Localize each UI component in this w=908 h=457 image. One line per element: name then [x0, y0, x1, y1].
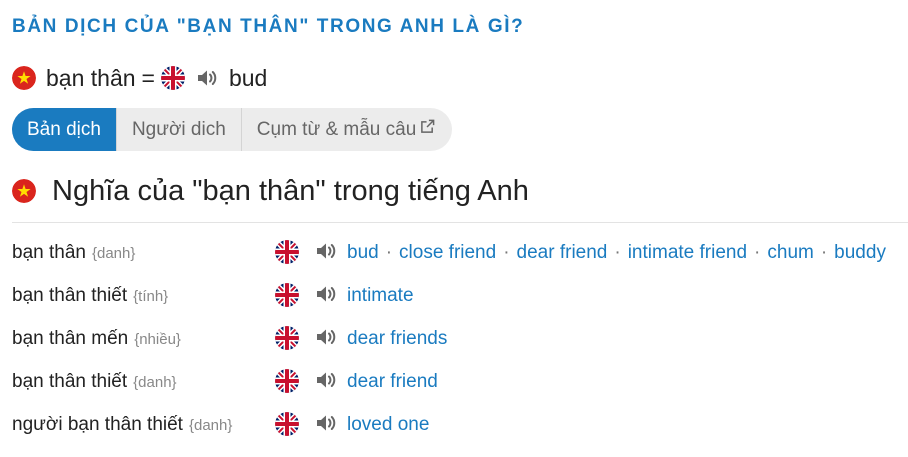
uk-flag-icon [275, 412, 299, 436]
separator: · [614, 242, 621, 263]
tab-label: Bản dịch [27, 119, 101, 140]
section-title-text: Nghĩa của "bạn thân" trong tiếng Anh [52, 174, 529, 207]
uk-flag-icon [275, 283, 299, 307]
speaker-icon[interactable] [314, 411, 338, 435]
speaker-icon[interactable] [314, 282, 338, 306]
external-link-icon [420, 119, 435, 134]
source-term: bạn thân {danh} [12, 231, 135, 274]
part-of-speech: {danh} [91, 245, 136, 262]
translations: loved one [347, 403, 429, 446]
uk-flag-icon [275, 326, 299, 350]
term-text: bạn thân thiết [12, 371, 128, 392]
separator: · [754, 242, 761, 263]
speaker-icon[interactable] [314, 368, 338, 392]
section-title: Nghĩa của "bạn thân" trong tiếng Anh [12, 172, 529, 210]
tab-bar: Bản dịch Người dich Cụm từ & mẫu câu [12, 108, 453, 151]
part-of-speech: {nhiều} [134, 331, 181, 348]
divider [12, 222, 908, 223]
translation-link[interactable]: dear friend [517, 242, 608, 263]
tab-label: Cụm từ & mẫu câu [256, 119, 417, 140]
page-heading: BẢN DỊCH CỦA "BẠN THÂN" TRONG ANH LÀ GÌ? [12, 16, 525, 37]
translation-row: người bạn thân thiết {danh} loved one [0, 403, 908, 446]
translation-row: bạn thân mến {nhiều} dear friends [0, 317, 908, 360]
tab-label: Người dich [131, 119, 226, 140]
tab-phrases[interactable]: Cụm từ & mẫu câu [242, 108, 453, 151]
part-of-speech: {tính} [133, 288, 169, 305]
source-term: bạn thân mến {nhiều} [12, 317, 181, 360]
uk-flag-icon [160, 66, 185, 90]
part-of-speech: {danh} [133, 374, 177, 391]
term-text: người bạn thân thiết [12, 414, 183, 435]
vietnam-flag-icon [12, 66, 36, 90]
translation-link[interactable]: close friend [399, 242, 496, 263]
source-term: bạn thân thiết {danh} [12, 360, 177, 403]
translation-link[interactable]: chum [767, 242, 813, 263]
source-term: người bạn thân thiết {danh} [12, 403, 232, 446]
term-text: bạn thân mến [12, 328, 129, 349]
translation-link[interactable]: buddy [834, 242, 886, 263]
translations: dear friend [347, 360, 438, 403]
translation-link[interactable]: dear friend [347, 371, 438, 392]
main-translation-line: bạn thân = bud [12, 64, 267, 92]
translation-link[interactable]: loved one [347, 414, 429, 435]
source-term: bạn thân thiết {tính} [12, 274, 168, 317]
translation-page: BẢN DỊCH CỦA "BẠN THÂN" TRONG ANH LÀ GÌ?… [0, 0, 908, 457]
uk-flag-icon [275, 240, 299, 264]
separator: · [385, 242, 393, 263]
translation-list: bạn thân {danh} bud · close friend · dear frie… [0, 231, 908, 446]
translations: intimate [347, 274, 414, 317]
separator: · [820, 242, 828, 263]
speaker-icon[interactable] [314, 239, 338, 263]
main-term: bạn thân [46, 64, 136, 91]
translation-row: bạn thân {danh} bud · close friend · dear frie… [0, 231, 908, 274]
speaker-icon[interactable] [314, 325, 338, 349]
translation-link[interactable]: intimate [347, 285, 414, 306]
separator: · [503, 242, 510, 263]
translations: bud · close friend · dear friend · intimate fr… [347, 231, 886, 274]
tab-translation[interactable]: Bản dịch [12, 108, 117, 151]
translation-row: bạn thân thiết {tính} intimate [0, 274, 908, 317]
equals-sign: = [141, 64, 155, 91]
translation-row: bạn thân thiết {danh} dear friend [0, 360, 908, 403]
term-text: bạn thân thiết [12, 285, 128, 306]
translations: dear friends [347, 317, 447, 360]
uk-flag-icon [275, 369, 299, 393]
tab-translator[interactable]: Người dich [117, 108, 242, 151]
translation-link[interactable]: intimate friend [628, 242, 747, 263]
vietnam-flag-icon [12, 179, 36, 203]
term-text: bạn thân [12, 242, 86, 263]
main-translation: bud [228, 64, 268, 91]
part-of-speech: {danh} [188, 417, 233, 434]
translation-link[interactable]: dear friends [347, 328, 447, 349]
translation-link[interactable]: bud [347, 242, 379, 263]
speaker-icon[interactable] [195, 66, 219, 90]
